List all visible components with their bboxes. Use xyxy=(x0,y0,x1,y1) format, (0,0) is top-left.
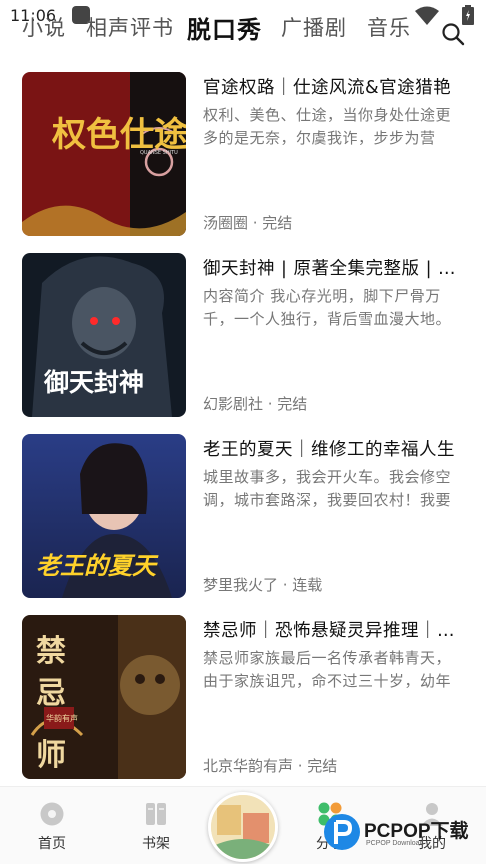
item-meta: 幻影剧社 · 完结 xyxy=(203,395,308,413)
item-meta: 汤圈圈 · 完结 xyxy=(203,214,293,232)
search-icon[interactable] xyxy=(441,22,465,46)
cover-title: 御天封神 xyxy=(43,368,144,397)
cover-image: 老王的夏天 xyxy=(22,434,186,598)
category-tabs: 小说 相声评书 脱口秀 广播剧 音乐 xyxy=(0,12,486,56)
tab-novel[interactable]: 小说 xyxy=(22,12,66,42)
list-item[interactable]: 权色仕途 QUANSE SHITU 官途权路｜仕途风流&官途猎艳 权利、美色、仕… xyxy=(0,72,486,238)
cover-subtitle: QUANSE SHITU xyxy=(140,150,178,156)
list-item[interactable]: 禁 忌 师 华韵有声 禁忌师｜恐怖悬疑灵异推理｜多人 禁忌师家族最后一名传承者韩… xyxy=(0,615,486,781)
item-meta: 梦里我火了 · 连载 xyxy=(203,576,323,594)
nav-label: 书架 xyxy=(142,836,170,852)
pcpop-logo-icon xyxy=(324,814,360,850)
nav-bookshelf[interactable]: 书架 xyxy=(126,801,186,853)
watermark-subtext: PCPOP Download xyxy=(366,840,424,847)
tab-talk-show[interactable]: 脱口秀 xyxy=(187,10,262,45)
list-item[interactable]: 老王的夏天 老王的夏天｜维修工的幸福人生 城里故事多，我会开火车。我会修空调，城… xyxy=(0,434,486,600)
tab-crosstalk[interactable]: 相声评书 xyxy=(86,12,174,42)
item-title: 禁忌师｜恐怖悬疑灵异推理｜多人 xyxy=(203,621,465,641)
cover-image: 权色仕途 QUANSE SHITU xyxy=(22,72,186,236)
cover-subtitle: 华韵有声 xyxy=(46,713,78,723)
now-playing-disc[interactable] xyxy=(208,792,278,862)
nav-label: 首页 xyxy=(38,836,66,852)
bookshelf-icon xyxy=(146,803,166,825)
cover-title: 权色仕途 xyxy=(51,115,186,155)
list-item[interactable]: 御天封神 御天封神 | 原著全集完整版 | 多人 内容简介 我心存光明，脚下尸骨… xyxy=(0,253,486,419)
cover-title-part: 禁 xyxy=(36,634,66,669)
cover-title: 老王的夏天 xyxy=(36,551,159,580)
cover-image: 御天封神 xyxy=(22,253,186,417)
item-description: 城里故事多，我会开火车。我会修空调，城市套路深，我要回农村！我要 xyxy=(203,468,452,509)
cover-image: 禁 忌 师 华韵有声 xyxy=(22,615,186,779)
item-description: 内容简介 我心存光明，脚下尸骨万千，一个人独行，背后雪血漫大地。 xyxy=(203,287,452,328)
nav-home[interactable]: 首页 xyxy=(22,801,82,853)
item-title: 老王的夏天｜维修工的幸福人生 xyxy=(203,440,455,460)
album-art-icon xyxy=(211,795,275,859)
cover-title-part: 忌 xyxy=(36,676,66,711)
item-title: 官途权路｜仕途风流&官途猎艳 xyxy=(203,78,452,98)
tab-radio-drama[interactable]: 广播剧 xyxy=(281,12,347,42)
watermark: PCPOP下载 PCPOP Download xyxy=(322,810,482,854)
item-description: 禁忌师家族最后一名传承者韩青天，由于家族诅咒，命不过三十岁，幼年 xyxy=(203,649,452,690)
cover-title-part: 师 xyxy=(36,738,66,773)
item-description: 权利、美色、仕途，当你身处仕途更多的是无奈，尔虞我诈，步步为营 xyxy=(203,106,452,147)
watermark-text: PCPOP下载 xyxy=(364,821,469,842)
item-title: 御天封神 | 原著全集完整版 | 多人 xyxy=(203,259,465,279)
disc-icon xyxy=(40,802,64,826)
tab-music[interactable]: 音乐 xyxy=(367,12,411,42)
item-meta: 北京华韵有声 · 完结 xyxy=(203,757,338,775)
